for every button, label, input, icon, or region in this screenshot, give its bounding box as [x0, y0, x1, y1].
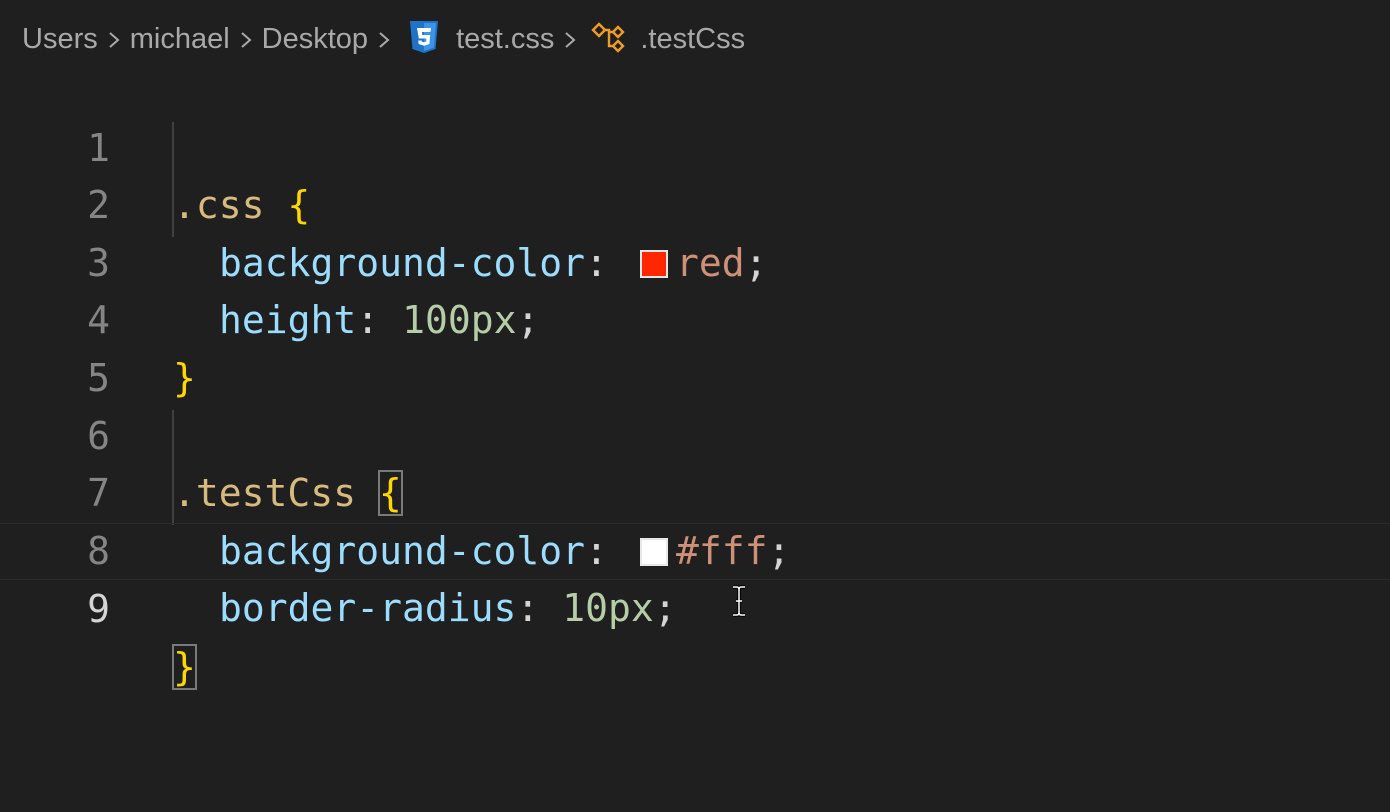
code-line-8[interactable]: 8 border-radius: 10px;: [0, 465, 1390, 631]
css3-file-icon: [410, 21, 439, 53]
code-line-1[interactable]: 1 .css {: [0, 62, 1390, 228]
css-value: 10px: [562, 586, 654, 631]
breadcrumb-item-symbol[interactable]: .testCss: [640, 23, 745, 56]
code-area[interactable]: 1 .css { 2 background-color: red; 3 heigh…: [0, 62, 1390, 690]
css-property: border-radius: [219, 586, 517, 631]
chevron-right-icon: [241, 32, 252, 48]
code-line-2[interactable]: 2 background-color: red;: [0, 120, 1390, 285]
line-number: 9: [87, 587, 110, 632]
code-line-4[interactable]: 4 }: [0, 235, 1390, 400]
breadcrumb-item-desktop[interactable]: Desktop: [262, 23, 368, 56]
code-line-9-current[interactable]: 9 }: [0, 522, 1390, 690]
code-line-5[interactable]: 5: [0, 292, 1390, 400]
breadcrumb-item-file[interactable]: test.css: [456, 23, 554, 56]
code-line-6[interactable]: 6 .testCss {: [0, 350, 1390, 517]
i-beam-cursor-icon: [733, 585, 745, 617]
code-line-3[interactable]: 3 height: 100px;: [0, 177, 1390, 343]
breadcrumb-item-michael[interactable]: michael: [130, 23, 230, 56]
breadcrumb-item-users[interactable]: Users: [22, 23, 98, 56]
symbol-class-icon: [591, 22, 626, 53]
colon: :: [516, 586, 540, 631]
close-brace-matched: }: [172, 643, 197, 690]
semicolon: ;: [653, 586, 677, 631]
chevron-right-icon: [565, 32, 576, 48]
code-line-7[interactable]: 7 background-color: #fff;: [0, 408, 1390, 573]
code-editor[interactable]: Users michael Desktop test.css .testCss …: [0, 0, 1390, 812]
chevron-right-icon: [379, 32, 390, 48]
chevron-right-icon: [109, 32, 120, 48]
